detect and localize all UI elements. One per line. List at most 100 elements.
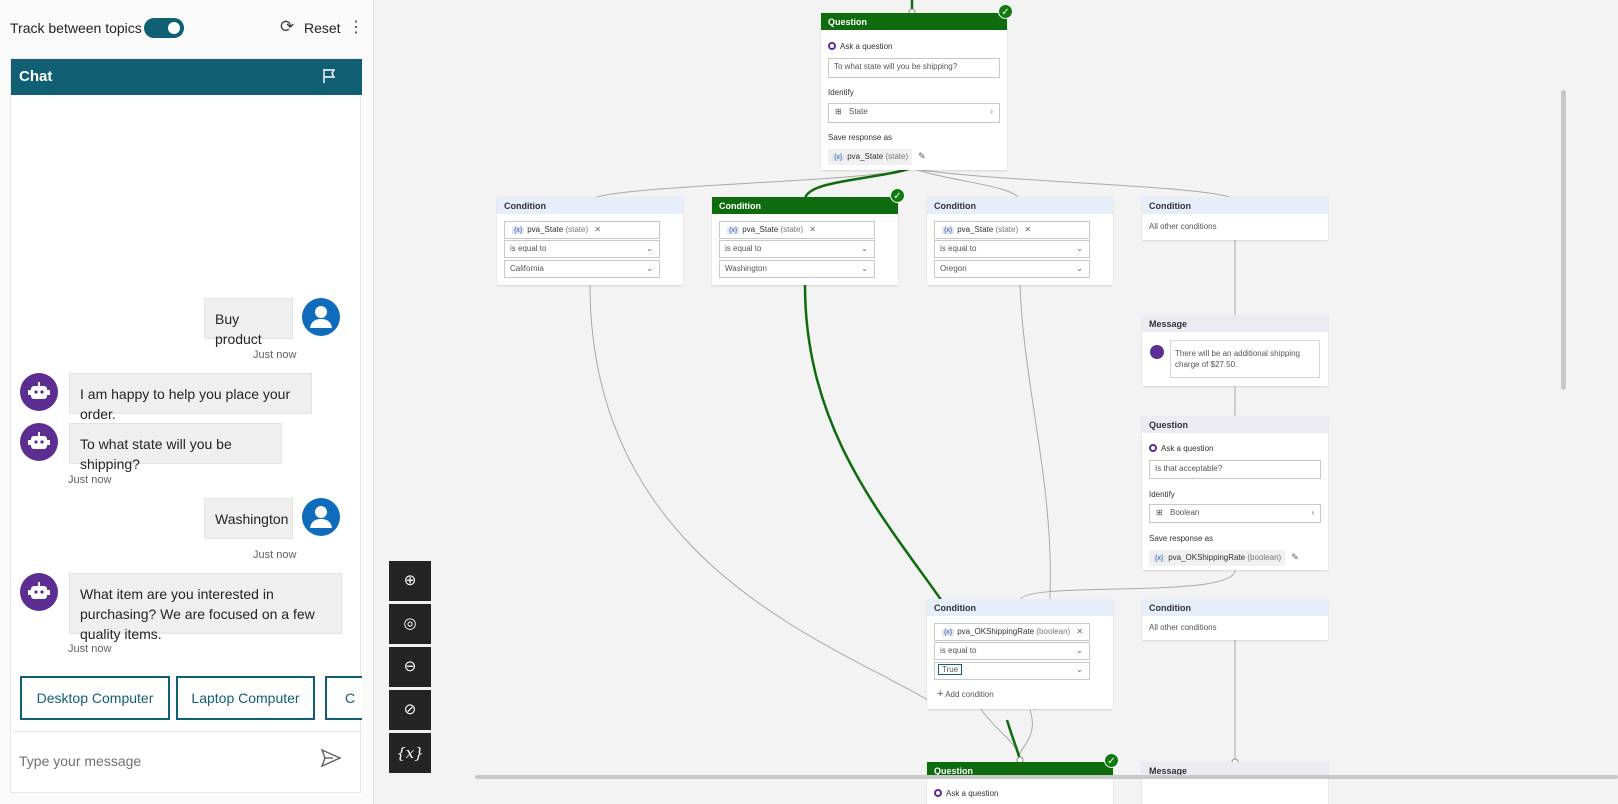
checkmark-icon: ✓ — [890, 188, 905, 203]
condition-variable-field[interactable]: {x} pva_State (state) ✕ — [504, 221, 660, 239]
condition-node-california[interactable]: Condition {x} pva_State (state) ✕ is equa… — [497, 197, 683, 285]
variable-name: pva_State — [957, 225, 994, 234]
canvas-zoom-controls: ⊕ ◎ ⊖ ⊘ {x} — [389, 561, 431, 773]
condition-node-ok-shipping[interactable]: Condition {x} pva_OKShippingRate (boolean… — [927, 599, 1113, 709]
question-prompt-field[interactable]: To what state will you be shipping? — [828, 58, 1000, 78]
condition-node-oregon[interactable]: Condition {x} pva_State (state) ✕ is equa… — [927, 197, 1113, 285]
message-text[interactable]: There will be an additional shipping cha… — [1170, 340, 1320, 378]
value-dropdown[interactable]: True ⌄ — [934, 662, 1090, 680]
question-node-state[interactable]: Question Ask a question To what state wi… — [821, 13, 1007, 170]
condition-node-other[interactable]: Condition All other conditions — [1142, 197, 1328, 240]
variable-chip[interactable]: {x} pva_OKShippingRate (boolean) ✎ — [1149, 547, 1299, 566]
remove-icon[interactable]: ✕ — [1024, 225, 1031, 234]
remove-icon[interactable]: ✕ — [1076, 627, 1083, 636]
variable-icon: {x} — [512, 227, 525, 234]
condition-variable-field[interactable]: {x} pva_State (state) ✕ — [719, 221, 875, 239]
chevron-down-icon: ⌄ — [1076, 646, 1083, 655]
save-response-label: Save response as — [1149, 534, 1214, 543]
chevron-down-icon: ⌄ — [1076, 264, 1083, 273]
track-topics-toggle[interactable] — [144, 18, 184, 38]
connector-line — [979, 707, 1021, 759]
checkmark-icon: ✓ — [998, 4, 1013, 19]
value-dropdown[interactable]: Oregon ⌄ — [934, 260, 1090, 278]
question-prompt-field[interactable]: Is that acceptable? — [1149, 460, 1321, 479]
remove-icon[interactable]: ✕ — [809, 225, 816, 234]
operator-dropdown[interactable]: is equal to ⌄ — [719, 240, 875, 258]
send-icon[interactable] — [319, 746, 343, 770]
variable-icon: {x} — [727, 227, 740, 234]
edit-icon[interactable]: ✎ — [918, 151, 926, 161]
bot-icon — [1150, 345, 1164, 359]
identify-entity-field[interactable]: ⊞ State › — [828, 103, 1000, 123]
identify-entity-value: State — [849, 107, 868, 116]
more-options-icon[interactable]: ⋮ — [348, 16, 364, 40]
identify-label: Identify — [1149, 490, 1175, 499]
question-node-bottom[interactable]: Question Ask a question — [927, 762, 1113, 804]
node-header: Condition — [927, 197, 1113, 214]
chevron-down-icon: ⌄ — [646, 264, 653, 273]
variable-chip[interactable]: {x} pva_State (state) ✎ — [828, 146, 926, 165]
zoom-out-icon[interactable]: ⊖ — [389, 647, 431, 687]
connector-line — [589, 284, 929, 701]
all-other-conditions-label: All other conditions — [1149, 623, 1217, 632]
connector-line — [1019, 569, 1236, 601]
question-node-acceptable[interactable]: Question Ask a question Is that acceptab… — [1142, 416, 1328, 570]
identify-entity-field[interactable]: ⊞ Boolean › — [1149, 504, 1321, 523]
variable-name: pva_State — [527, 225, 564, 234]
chevron-down-icon: ⌄ — [1076, 244, 1083, 253]
variable-name: pva_State — [742, 225, 779, 234]
radio-icon — [1149, 444, 1157, 452]
connector-line — [911, 167, 1236, 201]
variable-type: (state) — [995, 225, 1019, 234]
minimap-toggle-icon[interactable]: ⊘ — [389, 690, 431, 730]
suggestion-laptop-computer[interactable]: Laptop Computer — [176, 676, 315, 720]
node-header: Condition — [497, 197, 683, 214]
save-response-label: Save response as — [828, 133, 893, 142]
reset-icon[interactable]: ⟳ — [280, 17, 300, 37]
authoring-canvas[interactable]: Question Ask a question To what state wi… — [375, 0, 1618, 804]
variable-icon: {x} — [1153, 555, 1166, 562]
horizontal-scrollbar[interactable] — [475, 775, 1618, 779]
condition-node-other-2[interactable]: Condition All other conditions — [1142, 599, 1328, 640]
operator-dropdown[interactable]: is equal to ⌄ — [504, 240, 660, 258]
chat-panel: Chat Buy product Just now I am happy to … — [10, 58, 362, 793]
identify-entity-value: Boolean — [1170, 508, 1200, 517]
variables-icon[interactable]: {x} — [389, 733, 431, 773]
variable-icon: {x} — [942, 629, 955, 636]
plus-icon: + — [937, 688, 944, 700]
recenter-icon[interactable]: ◎ — [389, 604, 431, 644]
suggestion-desktop-computer[interactable]: Desktop Computer — [20, 676, 170, 720]
radio-icon — [828, 42, 836, 50]
chevron-right-icon: › — [1311, 508, 1314, 517]
variable-type: (state) — [565, 225, 589, 234]
condition-variable-field[interactable]: {x} pva_OKShippingRate (boolean) ✕ — [934, 623, 1090, 641]
edit-icon[interactable]: ✎ — [1291, 552, 1299, 562]
node-header: Condition — [1142, 599, 1328, 616]
chevron-right-icon: › — [990, 107, 993, 116]
remove-icon[interactable]: ✕ — [594, 225, 601, 234]
value-dropdown[interactable]: Washington ⌄ — [719, 260, 875, 278]
suggested-actions: Desktop Computer Laptop Computer C — [11, 59, 362, 731]
zoom-in-icon[interactable]: ⊕ — [389, 561, 431, 601]
message-input[interactable] — [19, 746, 309, 776]
condition-variable-field[interactable]: {x} pva_State (state) ✕ — [934, 221, 1090, 239]
node-header: Condition — [927, 599, 1113, 616]
operator-value: is equal to — [940, 646, 977, 655]
chevron-down-icon: ⌄ — [1076, 665, 1083, 674]
value-dropdown[interactable]: California ⌄ — [504, 260, 660, 278]
connector-line — [589, 167, 913, 201]
vertical-scrollbar[interactable] — [1561, 90, 1566, 390]
operator-dropdown[interactable]: is equal to ⌄ — [934, 642, 1090, 660]
reset-button[interactable]: Reset — [304, 20, 341, 36]
condition-node-washington[interactable]: Condition {x} pva_State (state) ✕ is equa… — [712, 197, 898, 285]
test-pane: Track between topics ⟳ Reset ⋮ Chat Buy … — [0, 0, 374, 804]
add-condition-button[interactable]: + Add condition — [937, 688, 994, 700]
condition-value: True — [938, 664, 963, 675]
message-node-shipping-charge[interactable]: Message There will be an additional ship… — [1142, 315, 1328, 386]
operator-dropdown[interactable]: is equal to ⌄ — [934, 240, 1090, 258]
suggestion-more[interactable]: C — [325, 676, 362, 720]
message-node-bottom[interactable]: Message — [1142, 762, 1328, 804]
ask-question-label: Ask a question — [946, 789, 999, 798]
chevron-down-icon: ⌄ — [861, 264, 868, 273]
active-connector-line — [803, 284, 957, 621]
